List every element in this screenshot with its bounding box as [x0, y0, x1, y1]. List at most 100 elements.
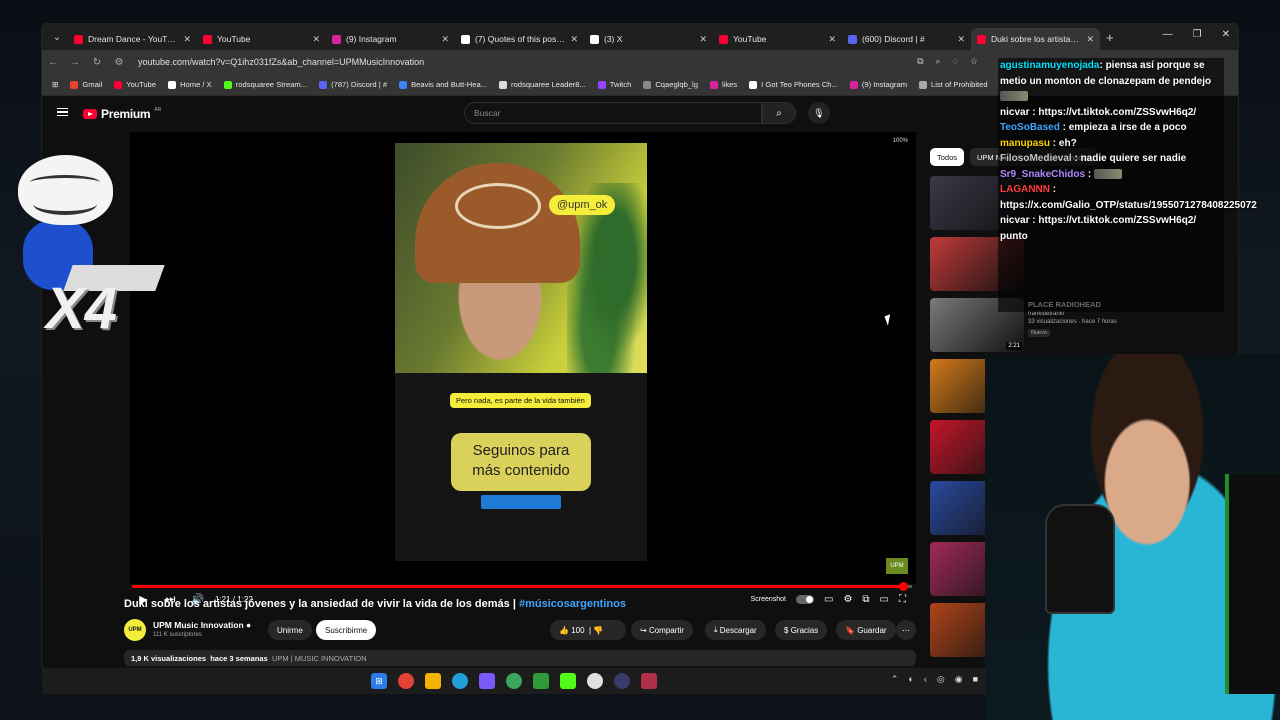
chrome-icon[interactable]: [398, 673, 414, 689]
join-button[interactable]: Unirme: [268, 620, 312, 640]
tab-close-icon[interactable]: ✕: [957, 34, 965, 45]
tab-3[interactable]: (7) Quotes of this post / X ✕: [455, 28, 584, 50]
search-button[interactable]: ⌕: [762, 102, 796, 124]
valorant-icon[interactable]: [641, 673, 657, 689]
tab-4[interactable]: (3) X ✕: [584, 28, 713, 50]
eye-off-icon[interactable]: ◌: [953, 56, 958, 67]
chat-username[interactable]: FilosoMedieval: [1000, 153, 1072, 164]
diamond-app-icon[interactable]: [479, 673, 495, 689]
fullscreen-icon[interactable]: ⛶: [899, 594, 906, 605]
bookmark-label: YouTube: [126, 80, 157, 89]
tab-close-icon[interactable]: ✕: [1086, 34, 1094, 45]
bookmark-item[interactable]: YouTube: [114, 80, 156, 89]
bookmark-item[interactable]: Gmail: [70, 80, 102, 89]
excel-icon[interactable]: [533, 673, 549, 689]
tab-close-icon[interactable]: ✕: [570, 34, 578, 45]
tab-close-icon[interactable]: ✕: [441, 34, 449, 45]
youtube-logo[interactable]: Premium AR: [83, 107, 161, 121]
tab-7[interactable]: Duki sobre los artistas jó ✕: [971, 28, 1100, 50]
new-tab-button[interactable]: +: [1106, 30, 1114, 45]
bookmark-item[interactable]: (9) Instagram: [849, 80, 907, 89]
bookmark-item[interactable]: rodsquaree Leader8...: [499, 80, 586, 89]
chat-username[interactable]: agustinamuyenojada: [1000, 60, 1099, 71]
save-button[interactable]: 🔖 Guardar: [836, 620, 896, 640]
bookmark-item[interactable]: rodsquaree Stream...: [223, 80, 308, 89]
menu-icon[interactable]: [57, 108, 68, 116]
subscribe-button[interactable]: Suscribirme: [316, 620, 377, 640]
chip-0[interactable]: Todos: [930, 148, 965, 166]
chat-username[interactable]: nicvar: [1000, 215, 1029, 226]
chat-username[interactable]: LAGANNN: [1000, 184, 1050, 195]
bookmark-label: rodsquaree Stream...: [235, 80, 308, 89]
tab-close-icon[interactable]: ✕: [699, 34, 707, 45]
bookmark-item[interactable]: (787) Discord | #: [319, 80, 387, 89]
tray-app-icon[interactable]: ◐: [908, 674, 913, 685]
tab-2[interactable]: (9) Instagram ✕: [326, 28, 455, 50]
video-player[interactable]: @upm_ok Pero nada, es parte de la vida t…: [130, 132, 916, 591]
search-input[interactable]: Buscar: [464, 102, 762, 124]
kick-icon[interactable]: [560, 673, 576, 689]
chat-username[interactable]: TeoSoBased: [1000, 122, 1060, 133]
theater-icon[interactable]: ▭: [880, 594, 889, 605]
telegram-icon[interactable]: [452, 673, 468, 689]
bookmark-favicon-icon: [114, 80, 123, 89]
tab-5[interactable]: YouTube ✕: [713, 28, 842, 50]
player-app-icon[interactable]: [614, 673, 630, 689]
bookmark-item[interactable]: Beavis and Butt-Hea...: [399, 80, 487, 89]
tray-chevron-icon[interactable]: ⌃: [891, 674, 899, 685]
tab-close-icon[interactable]: ✕: [828, 34, 836, 45]
settings-icon[interactable]: ⚙: [843, 594, 852, 605]
url-field[interactable]: youtube.com/watch?v=Q1ihz031fZs&ab_chann…: [138, 57, 424, 67]
bookmark-item[interactable]: likes: [709, 80, 737, 89]
video-hashtag[interactable]: #músicosargentinos: [519, 598, 626, 610]
tab-close-icon[interactable]: ✕: [312, 34, 320, 45]
dislike-icon[interactable]: 👎: [593, 626, 603, 635]
bookmark-item[interactable]: Cqaeglqb_lg: [643, 80, 698, 89]
start-icon[interactable]: ⊞: [371, 673, 387, 689]
tab-search-icon[interactable]: ⌄: [46, 27, 68, 47]
thanks-button[interactable]: $ Gracias: [775, 620, 828, 640]
bookmark-item[interactable]: I Got Teo Phones Ch...: [749, 80, 838, 89]
like-icon[interactable]: 👍: [559, 626, 569, 635]
more-actions-button[interactable]: ⋯: [896, 620, 916, 640]
miniplayer-icon[interactable]: ⧉: [862, 594, 869, 605]
tray-kick-icon[interactable]: ■: [973, 674, 978, 685]
tray-discord-icon[interactable]: ◉: [955, 674, 963, 685]
bookmark-item[interactable]: List of Prohibited: [919, 80, 988, 89]
subtitles-icon[interactable]: ▭: [824, 594, 833, 605]
obs-icon[interactable]: [506, 673, 522, 689]
forward-icon[interactable]: →: [64, 57, 86, 68]
channel-avatar[interactable]: UPM: [124, 619, 146, 641]
site-info-icon[interactable]: ⚙: [108, 57, 130, 68]
chat-username[interactable]: manupasu: [1000, 138, 1050, 149]
minimize-icon[interactable]: —: [1163, 29, 1173, 40]
voice-search-button[interactable]: 🎙: [808, 102, 830, 124]
apps-icon[interactable]: ⊞: [52, 80, 58, 89]
share-button[interactable]: ↪ Compartir: [631, 620, 694, 640]
description-box[interactable]: 1,9 K visualizaciones hace 3 semanas UPM…: [124, 650, 916, 666]
tab-6[interactable]: (600) Discord | # ✕: [842, 28, 971, 50]
chat-text: eh?: [1058, 137, 1077, 149]
chat-separator: :: [1071, 153, 1081, 164]
tray-steam-icon[interactable]: ◎: [937, 674, 945, 685]
tab-0[interactable]: Dream Dance - YouTube ✕: [68, 28, 197, 50]
star-icon[interactable]: ☆: [970, 56, 978, 67]
tab-close-icon[interactable]: ✕: [183, 34, 191, 45]
tab-1[interactable]: YouTube ✕: [197, 28, 326, 50]
download-label: Descargar: [719, 625, 757, 635]
bookmark-item[interactable]: Twitch: [597, 80, 631, 89]
install-icon[interactable]: ⧉: [917, 56, 923, 67]
tray-back-icon[interactable]: ‹: [924, 674, 927, 685]
channel-name[interactable]: UPM Music Innovation ●: [153, 620, 251, 630]
app-circle-icon[interactable]: [587, 673, 603, 689]
close-window-icon[interactable]: ✕: [1222, 29, 1230, 40]
reload-icon[interactable]: ↻: [86, 57, 108, 68]
zoom-icon[interactable]: ⌕: [936, 56, 941, 67]
chat-username[interactable]: Sr9_SnakeChidos: [1000, 169, 1085, 180]
chat-username[interactable]: nicvar: [1000, 107, 1029, 118]
back-icon[interactable]: ←: [42, 57, 64, 68]
download-button[interactable]: ⤓ Descargar: [705, 620, 766, 640]
folder-icon[interactable]: [425, 673, 441, 689]
restore-icon[interactable]: ❐: [1193, 29, 1202, 40]
bookmark-item[interactable]: Home / X: [168, 80, 212, 89]
